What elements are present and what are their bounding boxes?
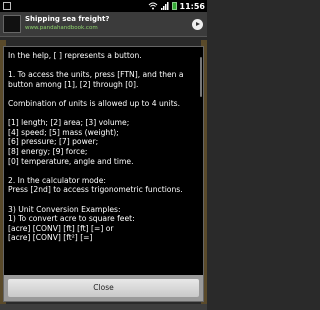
ad-title: Shipping sea freight? [25, 15, 110, 23]
help-line: [8] energy; [9] force; [8, 146, 88, 156]
help-line: 1. To access the units, press [FTN], and… [8, 70, 184, 89]
ad-logo-icon [3, 15, 21, 33]
help-text: In the help, [ ] represents a button. 1.… [8, 51, 201, 243]
ad-arrow-icon[interactable] [192, 19, 203, 30]
help-line: [1] length; [2] area; [3] volume; [8, 118, 130, 128]
status-bar: 11:56 [0, 0, 207, 12]
help-line: Press [2nd] to access trigonometric func… [8, 185, 183, 195]
ad-url: www.pandahandbook.com [25, 25, 98, 31]
notification-icon [3, 2, 11, 10]
signal-icon [160, 2, 169, 10]
help-line: 1) To convert acre to square feet: [8, 214, 135, 224]
scrollbar[interactable] [200, 57, 202, 97]
help-line: [0] temperature, angle and time. [8, 156, 134, 166]
clock: 11:56 [179, 1, 205, 11]
help-line: 3) Unit Conversion Examples: [8, 204, 121, 214]
help-line: [6] pressure; [7] power; [8, 137, 99, 147]
dialog-footer: Close [4, 275, 203, 301]
help-line: [acre] [CONV] [ft] [ft] [=] or [8, 223, 114, 233]
help-line: [acre] [CONV] [ft²] [=] [8, 233, 93, 243]
help-line: 2. In the calculator mode: [8, 175, 106, 185]
help-line: In the help, [ ] represents a button. [8, 51, 142, 60]
status-indicators: 11:56 [148, 0, 205, 12]
close-button[interactable]: Close [8, 279, 199, 297]
background-calculator-bottom [0, 304, 207, 310]
help-dialog: In the help, [ ] represents a button. 1.… [3, 46, 204, 302]
battery-icon [171, 2, 177, 10]
help-line: [4] speed; [5] mass (weight); [8, 127, 119, 137]
wifi-icon [148, 2, 157, 10]
help-line: Combination of units is allowed up to 4 … [8, 98, 181, 108]
ad-banner[interactable]: Shipping sea freight? www.pandahandbook.… [0, 12, 207, 37]
